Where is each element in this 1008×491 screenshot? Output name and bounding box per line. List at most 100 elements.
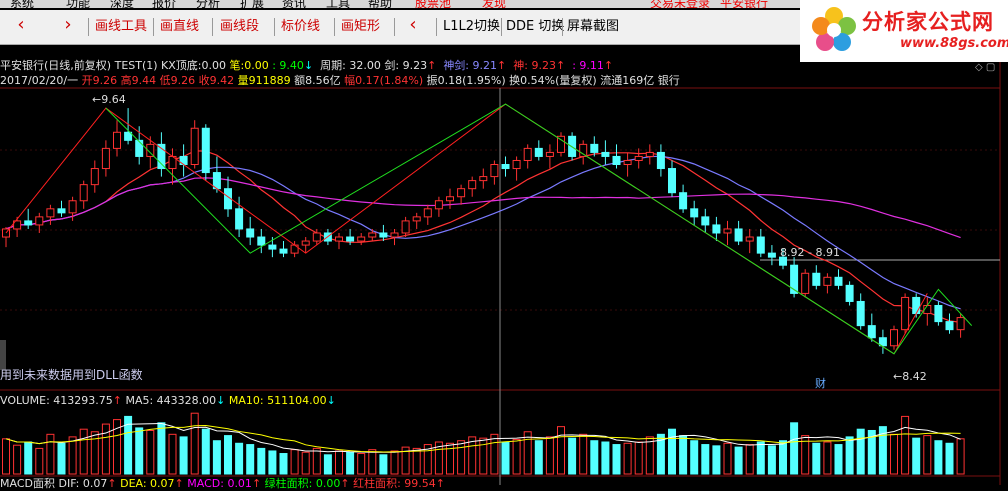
volume-bar [690,440,699,475]
range-label: 8.92 - 8.91 [780,246,840,259]
candle-body [545,151,554,157]
volume-bar [368,449,377,475]
candle-body [135,139,144,157]
candle-body [279,248,288,254]
up-arrow-icon: ↑ [112,394,122,407]
candle-body [934,304,943,323]
candle-body [446,196,454,202]
volume-bar [35,447,44,475]
candle-body [812,272,821,286]
high-price-label: ←9.64 [92,93,126,106]
candle-body [212,172,221,190]
volume-bar [335,450,343,475]
volume-value: VOLUME: 413293.75 [0,394,113,407]
volume-bar [479,437,488,475]
volume-bar [268,450,277,475]
candlestick-series [2,108,965,354]
volume-bar [146,429,155,475]
volume-bar [767,445,776,475]
candle-body [890,329,898,347]
volume-bars [2,412,965,475]
candle-body [579,143,588,157]
volume-bar [390,450,399,475]
volume-bar [679,435,688,475]
zigzag-lines [5,103,973,355]
candle-body [712,224,721,234]
candle-body [57,208,66,214]
candle-body [956,317,965,331]
volume-bar [601,441,610,475]
volume-bar [923,435,932,475]
candle-body [668,168,676,194]
volume-bar [812,442,821,475]
volume-bar [224,435,232,475]
candle-body [113,131,121,149]
volume-bar [523,431,532,475]
volume-bar [235,442,244,475]
stock-chart[interactable]: ←9.64 ←8.42 8.92 - 8.91 财 [0,0,1008,485]
candle-body [901,296,910,331]
up-arrow-icon: ↑ [340,477,350,490]
volume-bar [157,422,166,475]
candle-body [512,159,521,170]
candle-body [301,240,310,246]
candle-body [867,325,876,339]
volume-bar [856,428,865,475]
volume-bar [312,447,321,475]
volume-bar [756,441,765,475]
volume-bar [823,441,832,475]
candle-body [590,143,599,153]
volume-bar [379,454,388,475]
candle-body [767,252,776,258]
volume-bar [201,428,210,475]
candle-body [357,236,366,242]
candle-body [468,180,477,190]
candle-body [312,232,321,242]
up-arrow-icon: ↑ [435,477,445,490]
volume-bar [945,442,954,475]
candle-body [335,236,343,242]
candle-body [823,276,832,286]
candle-body [390,232,399,238]
down-arrow-icon: ↓ [216,394,226,407]
candle-body [634,155,643,161]
candle-body [257,236,266,246]
volume-bar [457,440,466,475]
candle-body [412,216,421,222]
future-data-notice: 用到未来数据用到DLL函数 [0,368,143,382]
candle-body [945,321,954,331]
candle-body [68,200,77,214]
volume-bar [346,451,355,475]
macd-label: MACD面积 [0,477,55,490]
candle-body [690,208,699,218]
candle-body [268,244,277,250]
volume-bar [357,453,366,475]
candle-body [423,208,432,218]
candle-body [723,228,732,234]
macd-header: MACD面积 DIF: 0.07↑ DEA: 0.07↑ MACD: 0.01↑… [0,475,445,491]
volume-bar [490,433,499,475]
candle-body [235,208,244,230]
volume-bar [623,442,632,475]
volume-bar [412,447,421,475]
down-arrow-icon: ↓ [326,394,336,407]
volume-bar [24,441,33,475]
candle-body [523,147,532,161]
volume-bar [135,427,144,475]
volume-bar [301,451,310,475]
up-arrow-icon: ↑ [107,477,117,490]
candle-body [701,216,710,226]
volume-header: VOLUME: 413293.75↑ MA5: 443328.00↓ MA10:… [0,394,336,407]
volume-bar [79,428,88,475]
volume-bar [179,436,188,475]
ma10-value: MA10: 511104.00 [228,394,327,407]
volume-bar [934,440,943,475]
volume-bar [446,442,454,475]
volume-bar [901,415,910,475]
volume-bar [190,412,199,475]
volume-bar [845,436,854,475]
volume-bar [668,428,676,475]
candle-body [801,272,810,294]
volume-bar [645,436,654,475]
volume-bar [501,441,510,475]
